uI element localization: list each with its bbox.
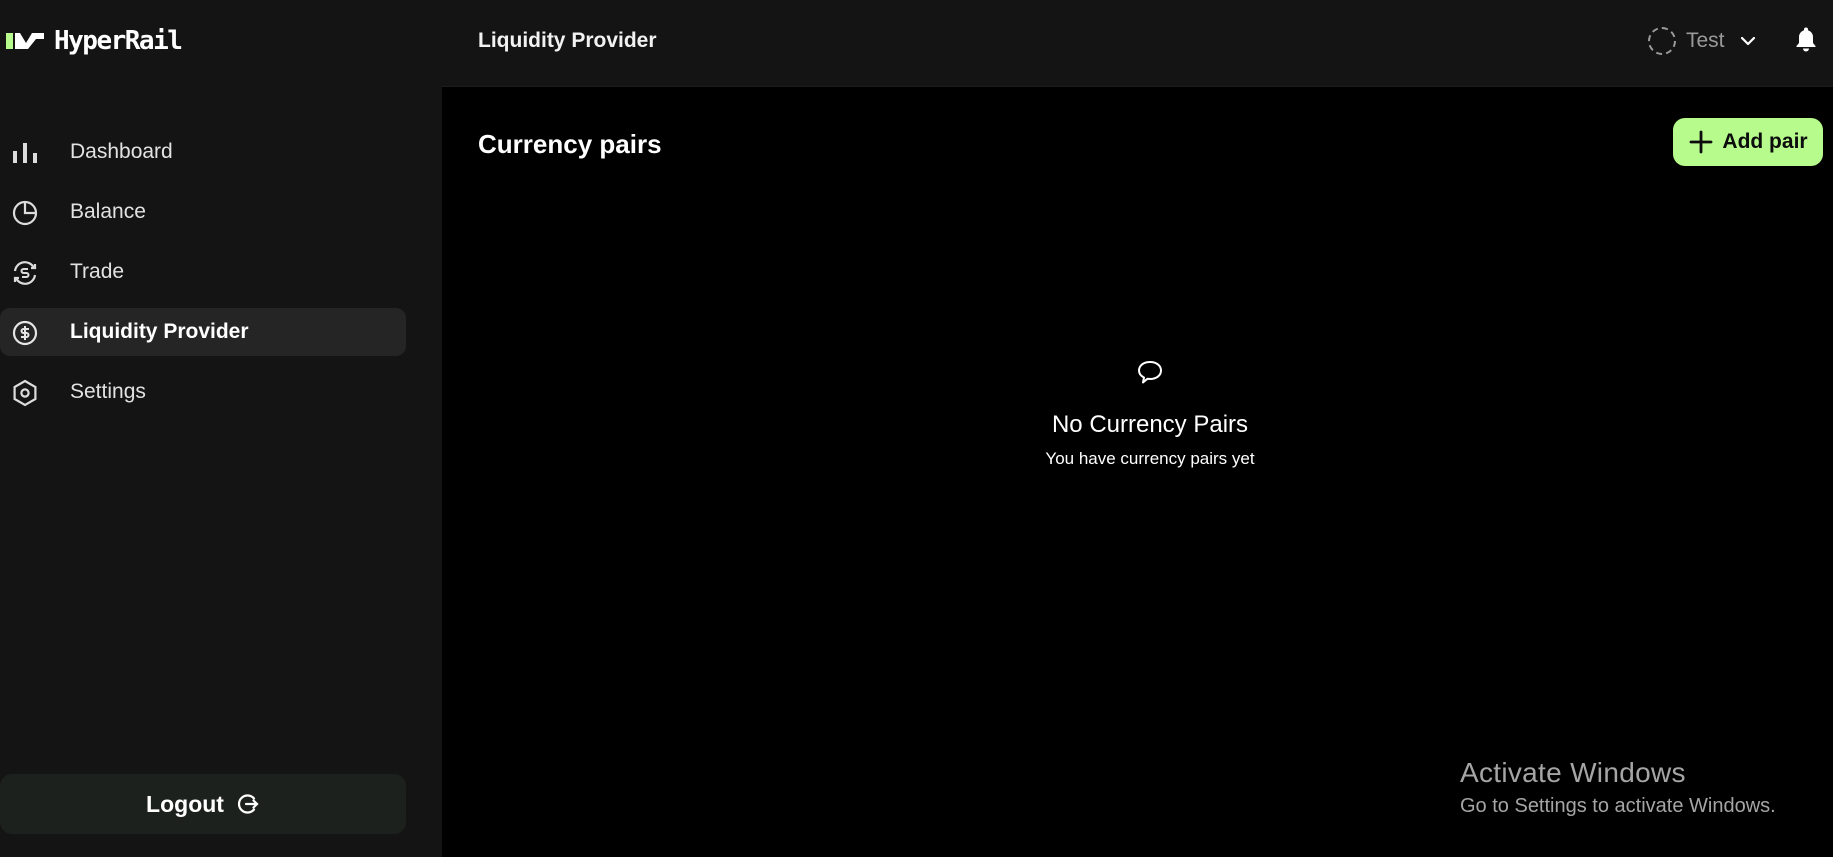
logo-text: HyperRail (54, 26, 183, 56)
pie-chart-icon (11, 199, 39, 227)
bar-chart-icon (11, 139, 39, 167)
logout-button[interactable]: Logout (0, 774, 406, 834)
sidebar-item-label: Trade (70, 260, 125, 283)
sidebar-item-liquidity-provider[interactable]: Liquidity Provider (0, 308, 406, 356)
hyperrail-logo-icon (6, 33, 44, 49)
empty-state: No Currency Pairs You have currency pair… (442, 358, 1833, 469)
sidebar-item-settings[interactable]: Settings (0, 368, 406, 416)
section-title: Currency pairs (478, 129, 662, 159)
sidebar-nav: Dashboard Balance Trade Liquidity Provid… (0, 128, 406, 428)
page-title: Liquidity Provider (478, 29, 657, 52)
sidebar-item-trade[interactable]: Trade (0, 248, 406, 296)
add-pair-label: Add pair (1722, 130, 1808, 153)
logout-label: Logout (146, 790, 224, 817)
sidebar-item-balance[interactable]: Balance (0, 188, 406, 236)
sidebar: HyperRail Dashboard Balance Trade Liquid… (0, 0, 442, 857)
user-menu-dropdown[interactable]: Test (1648, 25, 1757, 57)
logo[interactable]: HyperRail (6, 26, 183, 56)
watermark-title: Activate Windows (1460, 757, 1686, 788)
app-root: HyperRail Dashboard Balance Trade Liquid… (0, 0, 1833, 857)
sidebar-item-label: Settings (70, 380, 146, 403)
chevron-down-icon (1739, 32, 1757, 50)
plus-icon (1690, 130, 1713, 154)
windows-activation-watermark: Activate Windows Go to Settings to activ… (1460, 757, 1776, 818)
exchange-dollar-icon (11, 259, 39, 287)
notification-bell-icon[interactable] (1794, 26, 1818, 52)
dollar-circle-icon (11, 319, 39, 347)
add-pair-button[interactable]: Add pair (1673, 118, 1823, 166)
speech-bubble-icon (1136, 358, 1164, 386)
sidebar-item-label: Liquidity Provider (70, 320, 249, 343)
main-content: Currency pairs Add pair No Currency Pair… (442, 88, 1833, 857)
logout-icon (236, 792, 260, 816)
watermark-subtitle: Go to Settings to activate Windows. (1460, 795, 1776, 817)
user-name: Test (1686, 29, 1725, 52)
empty-state-title: No Currency Pairs (1051, 411, 1249, 438)
topbar: Liquidity Provider Test (442, 0, 1833, 87)
avatar (1648, 27, 1676, 55)
sidebar-item-label: Dashboard (70, 140, 173, 163)
empty-state-subtitle: You have currency pairs yet (1045, 449, 1255, 468)
sidebar-item-dashboard[interactable]: Dashboard (0, 128, 406, 176)
hexagon-gear-icon (11, 379, 39, 407)
sidebar-item-label: Balance (70, 200, 146, 223)
